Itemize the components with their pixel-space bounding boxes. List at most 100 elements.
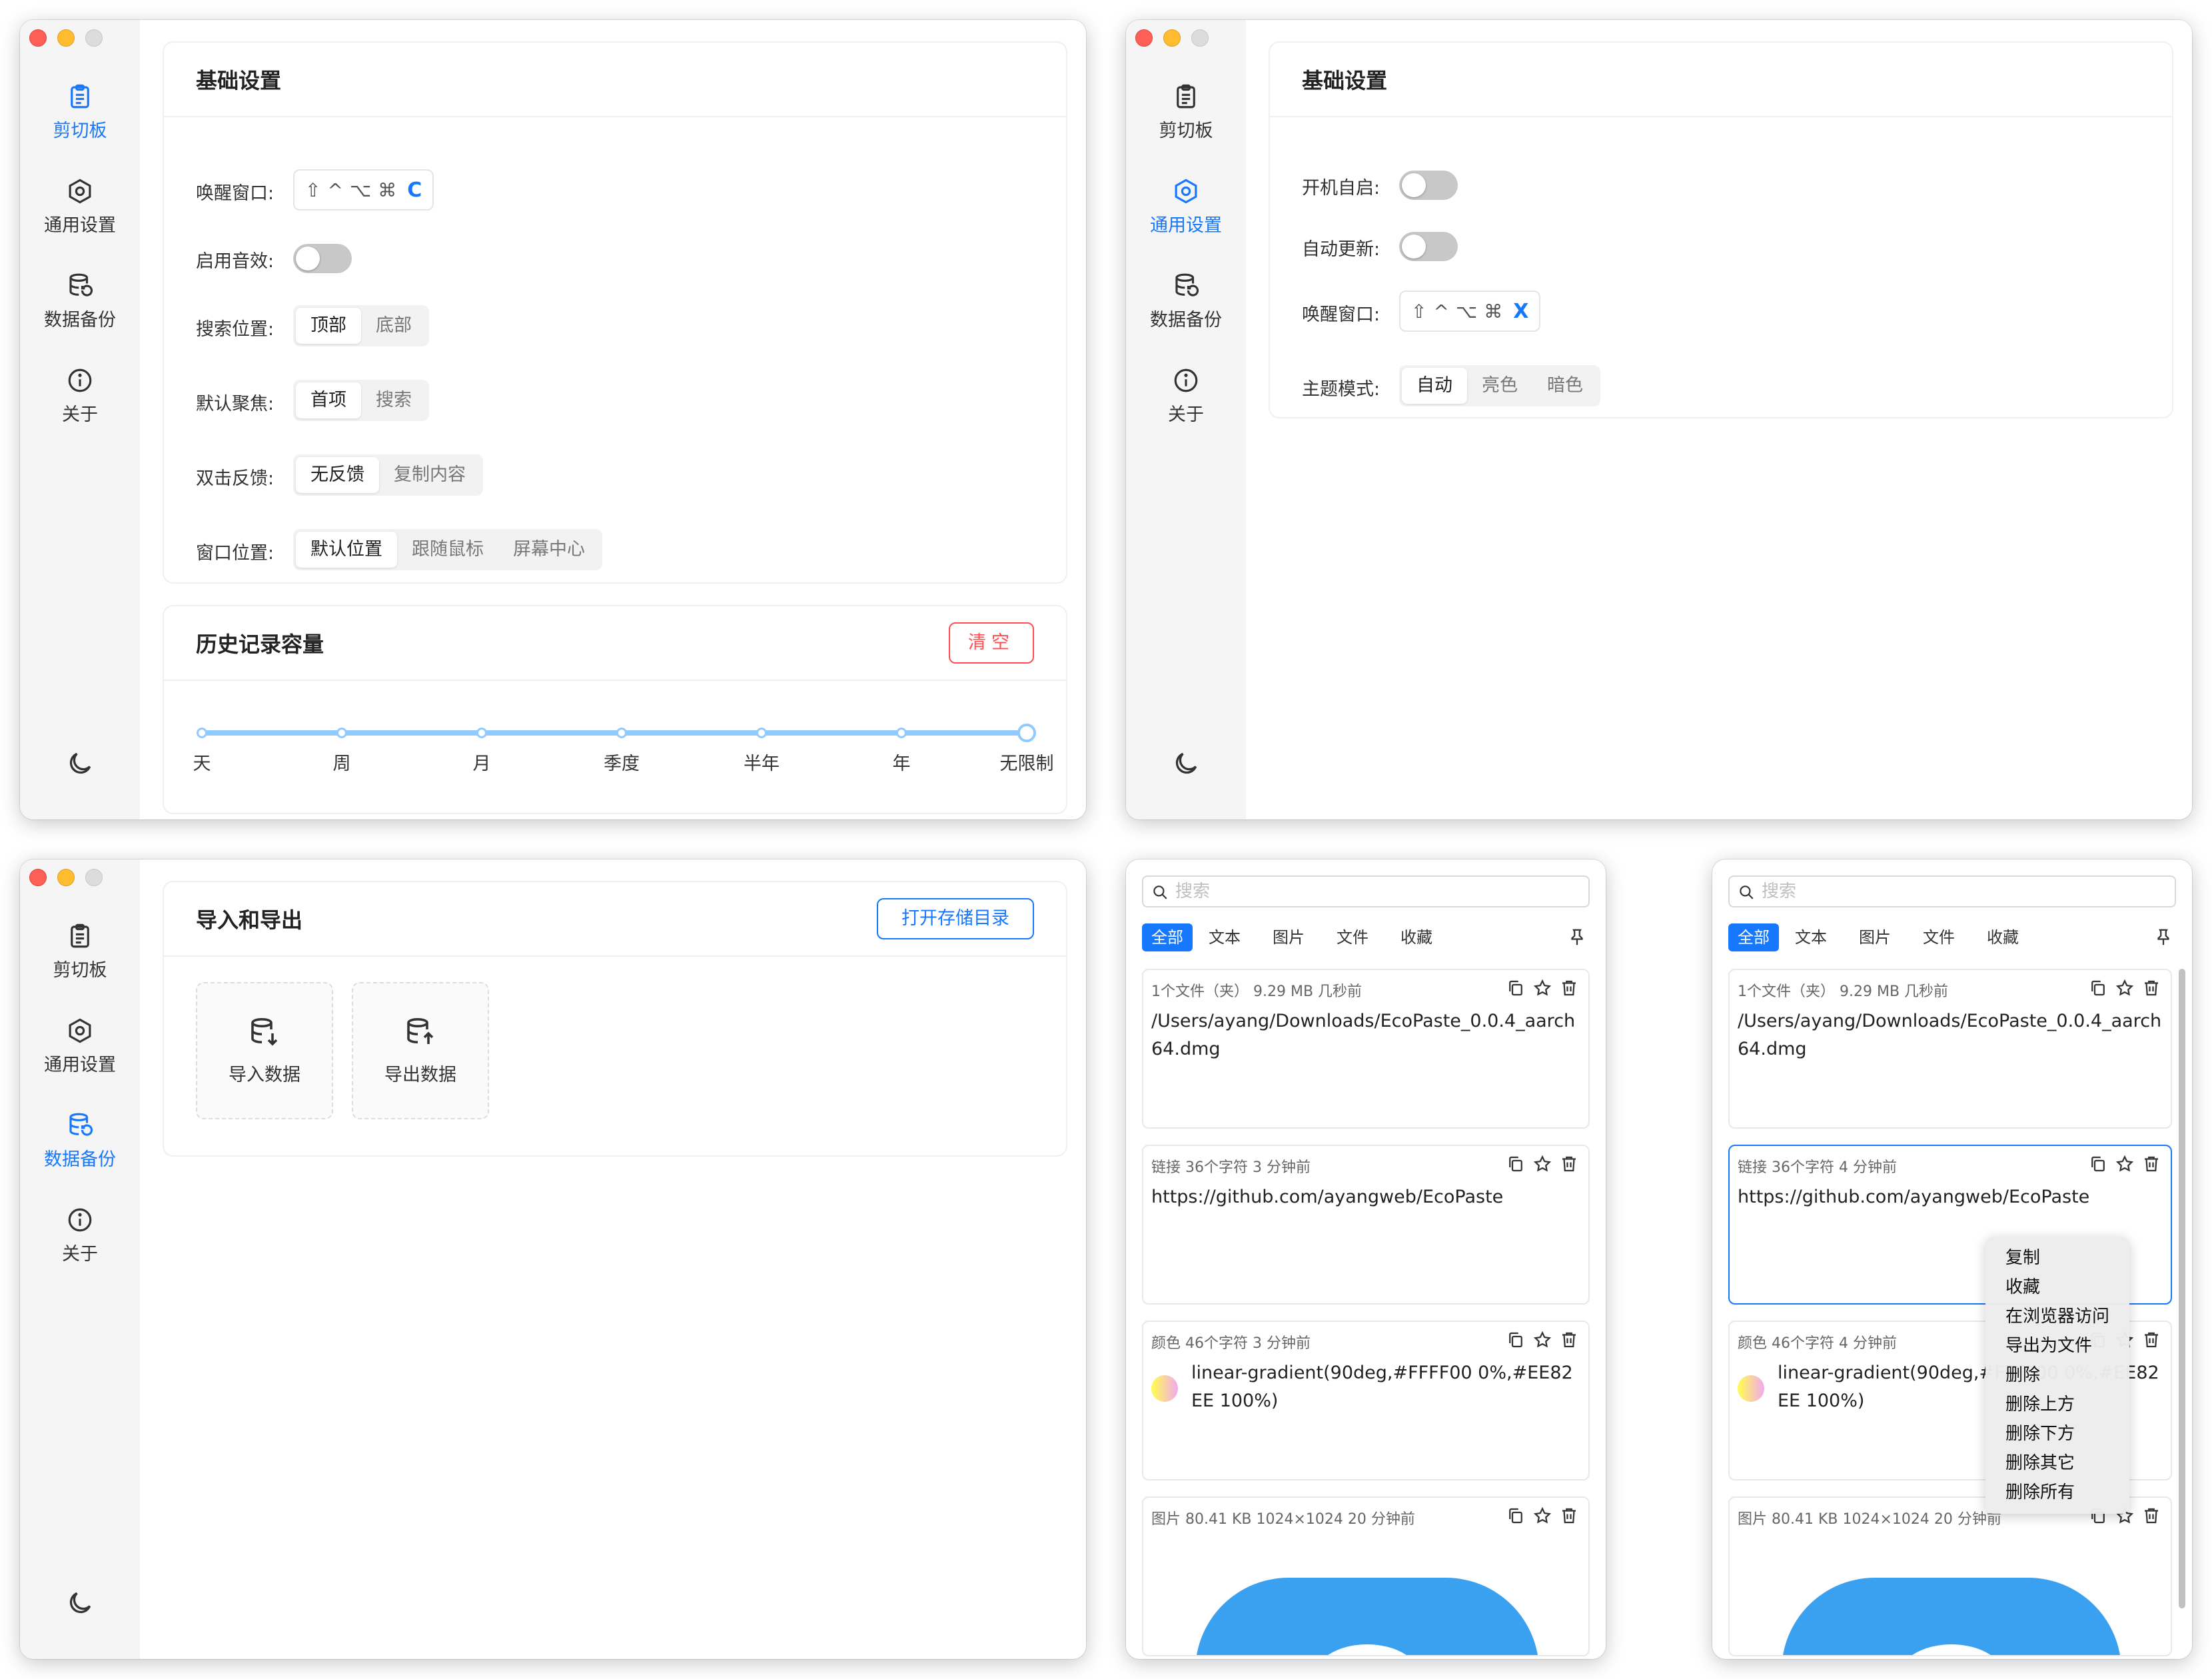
tab-image[interactable]: 图片 xyxy=(1263,923,1314,951)
search-box[interactable] xyxy=(1142,875,1590,907)
tab-file[interactable]: 文件 xyxy=(1914,923,1964,951)
tab-all[interactable]: 全部 xyxy=(1142,923,1193,951)
pin-icon[interactable] xyxy=(2153,927,2173,947)
close-button[interactable] xyxy=(29,869,47,886)
slider-dot[interactable] xyxy=(476,728,487,738)
slider-dot[interactable] xyxy=(616,728,627,738)
search-input[interactable] xyxy=(1762,879,2073,903)
import-data-tile[interactable]: 导入数据 xyxy=(196,982,333,1119)
sound-toggle[interactable] xyxy=(293,244,352,273)
menu-item-copy[interactable]: 复制 xyxy=(1985,1243,2129,1273)
clip-item-color[interactable]: 颜色 46个字符 3 分钟前 linear-gradient(90deg,#FF… xyxy=(1142,1321,1590,1480)
moon-icon[interactable] xyxy=(1171,749,1201,778)
trash-icon[interactable] xyxy=(1559,978,1579,998)
star-icon[interactable] xyxy=(1532,978,1552,998)
nav-clipboard[interactable]: 剪切板 xyxy=(20,922,140,981)
search-box[interactable] xyxy=(1728,875,2176,907)
copy-icon[interactable] xyxy=(1506,978,1526,998)
tab-file[interactable]: 文件 xyxy=(1327,923,1378,951)
search-input[interactable] xyxy=(1175,879,1487,903)
option-first-item[interactable]: 首项 xyxy=(296,382,361,418)
copy-icon[interactable] xyxy=(1506,1506,1526,1526)
option-search[interactable]: 搜索 xyxy=(361,382,426,418)
minimize-button[interactable] xyxy=(57,29,75,47)
trash-icon[interactable] xyxy=(1559,1506,1579,1526)
clip-item-image[interactable]: 图片 80.41 KB 1024×1024 20 分钟前 xyxy=(1142,1496,1590,1656)
pin-icon[interactable] xyxy=(1567,927,1587,947)
nav-general[interactable]: 通用设置 xyxy=(20,177,140,237)
zoom-button[interactable] xyxy=(85,869,103,886)
tab-all[interactable]: 全部 xyxy=(1728,923,1779,951)
menu-item-export-to-file[interactable]: 导出为文件 xyxy=(1985,1331,2129,1361)
option-no-feedback[interactable]: 无反馈 xyxy=(296,457,379,493)
copy-icon[interactable] xyxy=(2088,1154,2108,1174)
trash-icon[interactable] xyxy=(1559,1154,1579,1174)
slider-dot[interactable] xyxy=(756,728,767,738)
option-copy-content[interactable]: 复制内容 xyxy=(379,457,480,493)
slider-mark-day[interactable]: 天 xyxy=(193,749,211,775)
slider-mark-half-year[interactable]: 半年 xyxy=(744,749,780,775)
option-follow-mouse[interactable]: 跟随鼠标 xyxy=(397,532,498,568)
tab-favorite[interactable]: 收藏 xyxy=(1391,923,1442,951)
option-dark[interactable]: 暗色 xyxy=(1532,368,1598,404)
slider-dot[interactable] xyxy=(197,728,207,738)
star-icon[interactable] xyxy=(1532,1154,1552,1174)
star-icon[interactable] xyxy=(2115,1154,2135,1174)
star-icon[interactable] xyxy=(2115,978,2135,998)
wake-shortcut-input[interactable]: ⇧ ^ ⌥ ⌘ C xyxy=(293,169,434,211)
option-screen-center[interactable]: 屏幕中心 xyxy=(498,532,600,568)
nav-backup[interactable]: 数据备份 xyxy=(20,1111,140,1171)
menu-item-delete-all[interactable]: 删除所有 xyxy=(1985,1478,2129,1507)
tab-favorite[interactable]: 收藏 xyxy=(1977,923,2028,951)
slider-mark-year[interactable]: 年 xyxy=(893,749,911,775)
slider-dot[interactable] xyxy=(896,728,907,738)
scrollbar[interactable] xyxy=(2179,969,2185,1608)
menu-item-open-in-browser[interactable]: 在浏览器访问 xyxy=(1985,1302,2129,1331)
menu-item-delete-others[interactable]: 删除其它 xyxy=(1985,1448,2129,1478)
trash-icon[interactable] xyxy=(2141,1154,2161,1174)
copy-icon[interactable] xyxy=(1506,1154,1526,1174)
trash-icon[interactable] xyxy=(1559,1330,1579,1350)
menu-item-delete-above[interactable]: 删除上方 xyxy=(1985,1390,2129,1419)
menu-item-delete[interactable]: 删除 xyxy=(1985,1361,2129,1390)
clear-button[interactable]: 清空 xyxy=(949,622,1034,664)
tab-image[interactable]: 图片 xyxy=(1850,923,1900,951)
slider-handle[interactable] xyxy=(1017,724,1036,742)
nav-about[interactable]: 关于 xyxy=(20,1206,140,1265)
moon-icon[interactable] xyxy=(65,1588,95,1618)
clip-item-image[interactable]: 图片 80.41 KB 1024×1024 20 分钟前 xyxy=(1728,1496,2172,1656)
wake-shortcut-input[interactable]: ⇧ ^ ⌥ ⌘ X xyxy=(1399,290,1541,332)
minimize-button[interactable] xyxy=(1163,29,1181,47)
slider-mark-week[interactable]: 周 xyxy=(333,749,351,775)
slider-mark-month[interactable]: 月 xyxy=(473,749,491,775)
menu-item-delete-below[interactable]: 删除下方 xyxy=(1985,1419,2129,1448)
clip-item-file[interactable]: 1个文件（夹） 9.29 MB 几秒前 /Users/ayang/Downloa… xyxy=(1728,969,2172,1129)
minimize-button[interactable] xyxy=(57,869,75,886)
option-auto[interactable]: 自动 xyxy=(1402,368,1467,404)
copy-icon[interactable] xyxy=(1506,1330,1526,1350)
close-button[interactable] xyxy=(1135,29,1153,47)
option-bottom[interactable]: 底部 xyxy=(361,308,426,344)
nav-about[interactable]: 关于 xyxy=(20,366,140,426)
autostart-toggle[interactable] xyxy=(1399,171,1458,200)
nav-backup[interactable]: 数据备份 xyxy=(20,272,140,331)
option-top[interactable]: 顶部 xyxy=(296,308,361,344)
close-button[interactable] xyxy=(29,29,47,47)
clip-item-link[interactable]: 链接 36个字符 3 分钟前 https://github.com/ayangw… xyxy=(1142,1145,1590,1305)
nav-general[interactable]: 通用设置 xyxy=(1126,177,1246,237)
nav-general[interactable]: 通用设置 xyxy=(20,1017,140,1076)
star-icon[interactable] xyxy=(1532,1506,1552,1526)
option-light[interactable]: 亮色 xyxy=(1467,368,1532,404)
tab-text[interactable]: 文本 xyxy=(1786,923,1836,951)
option-default-position[interactable]: 默认位置 xyxy=(296,532,397,568)
trash-icon[interactable] xyxy=(2141,1506,2161,1526)
nav-clipboard[interactable]: 剪切板 xyxy=(20,83,140,142)
export-data-tile[interactable]: 导出数据 xyxy=(352,982,489,1119)
star-icon[interactable] xyxy=(1532,1330,1552,1350)
autoupdate-toggle[interactable] xyxy=(1399,232,1458,261)
trash-icon[interactable] xyxy=(2141,1330,2161,1350)
trash-icon[interactable] xyxy=(2141,978,2161,998)
menu-item-favorite[interactable]: 收藏 xyxy=(1985,1273,2129,1302)
zoom-button[interactable] xyxy=(1191,29,1209,47)
copy-icon[interactable] xyxy=(2088,978,2108,998)
